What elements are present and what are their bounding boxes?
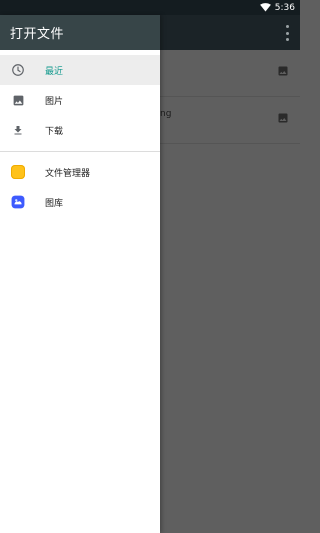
- drawer-header: 打开文件: [0, 15, 160, 50]
- image-icon: [277, 109, 289, 128]
- nav-item-images[interactable]: 图片: [0, 85, 160, 115]
- nav-item-file-manager[interactable]: 文件管理器: [0, 157, 160, 187]
- drawer-divider: [0, 151, 160, 152]
- status-bar: 5:36: [0, 0, 300, 15]
- image-icon: [277, 62, 289, 81]
- navigation-drawer: 打开文件 最近 图片 下载 文件管理器 图库: [0, 15, 160, 533]
- nav-item-label: 图片: [45, 96, 64, 107]
- overflow-menu-icon[interactable]: [282, 25, 292, 41]
- drawer-nav: 最近 图片 下载 文件管理器 图库: [0, 50, 160, 217]
- drawer-title: 打开文件: [10, 27, 65, 42]
- nav-item-label: 文件管理器: [45, 168, 91, 179]
- nav-item-downloads[interactable]: 下载: [0, 115, 160, 145]
- status-time: 5:36: [274, 2, 295, 13]
- nav-item-recent[interactable]: 最近: [0, 55, 160, 85]
- wifi-icon: [259, 3, 271, 12]
- clock-icon: [10, 62, 26, 78]
- list-item-label: ng: [160, 109, 172, 119]
- nav-item-label: 图库: [45, 198, 64, 209]
- image-icon: [10, 92, 26, 108]
- nav-item-gallery[interactable]: 图库: [0, 187, 160, 217]
- nav-item-label: 最近: [45, 66, 64, 77]
- download-icon: [10, 122, 26, 138]
- gallery-icon: [10, 194, 26, 210]
- nav-item-label: 下载: [45, 126, 64, 137]
- file-manager-icon: [10, 164, 26, 180]
- status-icons: 5:36: [259, 0, 295, 15]
